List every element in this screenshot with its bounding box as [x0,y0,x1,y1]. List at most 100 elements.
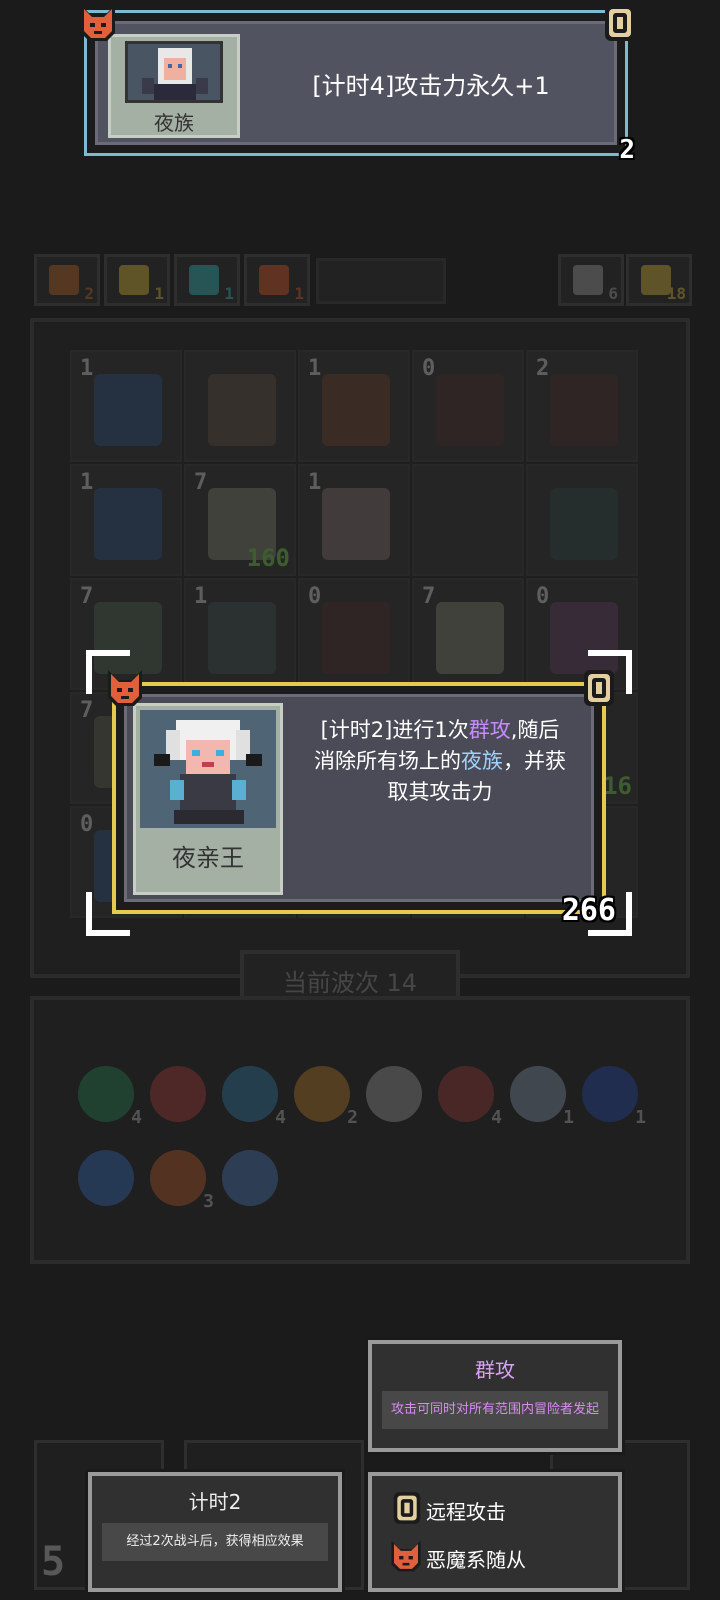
unit-level: 2 [536,356,550,381]
unit-sprite [94,488,162,560]
ranged-attack-icon [605,5,635,41]
top-card-value: 2 [619,135,635,165]
item-count: 3 [203,1191,214,1212]
unit-sprite [550,374,618,446]
stat-counter[interactable]: 6 [558,254,624,306]
stat-counter[interactable]: 1 [104,254,170,306]
unit-level: 1 [80,470,94,495]
unit-sprite [322,374,390,446]
stat-counter[interactable]: 1 [174,254,240,306]
inventory-item[interactable]: 1 [510,1066,574,1128]
unit-sprite [322,488,390,560]
item-count: 4 [131,1107,142,1128]
stat-icon [573,265,603,295]
tag-legend: 远程攻击 恶魔系随从 [368,1472,622,1592]
board-cell[interactable] [526,464,638,576]
ranged-attack-icon [584,670,614,706]
unit-level: 7 [80,584,94,609]
demon-icon [391,1540,421,1572]
unit-sprite [436,488,504,560]
night-prince-portrait [140,710,276,828]
inventory-item[interactable]: 1 [582,1066,646,1128]
tooltip-group-attack-body: 攻击可同时对所有范围内冒险者发起 [382,1391,608,1429]
unit-sprite [436,602,504,674]
board-cell[interactable] [184,350,296,462]
board-cell[interactable]: 0 [412,350,524,462]
unit-level: 1 [80,356,94,381]
legend-ranged-label: 远程攻击 [426,1500,506,1524]
stat-count: 6 [608,284,618,303]
board-cell[interactable]: 7 [412,578,524,690]
board-cell[interactable]: 1 [184,578,296,690]
desc-text: 消除所有场上的 [314,749,461,773]
item-count: 4 [275,1107,286,1128]
progress-slot [316,258,446,304]
unit-level: 1 [194,584,208,609]
unit-level: 1 [308,356,322,381]
unit-sprite [94,374,162,446]
inventory-item[interactable] [150,1066,206,1122]
item-count: 1 [635,1107,646,1128]
unit-level: 7 [80,698,94,723]
tooltip-group-attack: 群攻 攻击可同时对所有范围内冒险者发起 [368,1340,622,1452]
stat-icon [119,265,149,295]
board-cell[interactable]: 2 [526,350,638,462]
stat-icon [259,265,289,295]
item-count: 2 [347,1107,358,1128]
unit-card-description: [计时2]进行1次群攻,随后 消除所有场上的夜族，并获 取其攻击力 [293,715,587,808]
unit-level: 7 [194,470,208,495]
stat-count: 18 [666,284,686,303]
stat-count: 1 [154,284,164,303]
unit-card-value: 266 [561,893,616,928]
tooltip-timer: 计时2 经过2次战斗后，获得相应效果 [88,1472,342,1592]
inventory-item[interactable] [222,1150,278,1206]
stat-count: 1 [294,284,304,303]
keyword-night-clan[interactable]: 夜族 [461,749,503,773]
inventory-item[interactable]: 4 [438,1066,502,1128]
board-cell[interactable]: 0 [298,578,410,690]
board-cell[interactable]: 7 160 [184,464,296,576]
wave-label: 当前波次 14 [282,968,418,997]
board-cell[interactable]: 1 [70,350,182,462]
inventory-item[interactable]: 3 [150,1150,214,1212]
stat-icon [189,265,219,295]
stat-counter[interactable]: 2 [34,254,100,306]
keyword-group-attack[interactable]: 群攻 [469,718,511,742]
stat-icon [49,265,79,295]
demon-icon [108,670,142,706]
board-cell[interactable]: 1 [298,350,410,462]
stat-counter[interactable]: 18 [626,254,692,306]
unit-level: 0 [308,584,322,609]
unit-card-inner: 夜亲王 [计时2]进行1次群攻,随后 消除所有场上的夜族，并获 取其攻击力 [124,694,594,902]
item-count: 4 [491,1107,502,1128]
unit-level: 0 [536,584,550,609]
tooltip-timer-body: 经过2次战斗后，获得相应效果 [102,1523,328,1561]
inventory-item[interactable]: 4 [222,1066,286,1128]
board-cell[interactable]: 1 [70,464,182,576]
tooltip-group-attack-title: 群攻 [475,1358,515,1382]
inventory-item[interactable] [78,1150,134,1206]
unit-sprite [322,602,390,674]
board-cell[interactable]: 1 [298,464,410,576]
desc-text: ,随后 [510,718,560,742]
slot-number: 5 [41,1539,66,1585]
unit-level: 1 [308,470,322,495]
inventory-item[interactable]: 2 [294,1066,358,1128]
unit-power: 160 [246,544,290,572]
demon-icon [81,5,115,41]
inventory-item[interactable] [366,1066,422,1122]
board-cell[interactable] [412,464,524,576]
desc-text: 取其攻击力 [387,780,493,804]
unit-level: 7 [422,584,436,609]
stat-count: 2 [84,284,94,303]
desc-text: ，并获 [503,749,566,773]
ranged-attack-icon [393,1492,421,1524]
desc-text: [计时2]进行1次 [320,718,469,742]
legend-demon-label: 恶魔系随从 [426,1548,526,1572]
top-card-unit-name: 夜族 [154,111,194,135]
unit-sprite [208,374,276,446]
stat-counter[interactable]: 1 [244,254,310,306]
unit-card-name: 夜亲王 [172,844,244,872]
inventory-item[interactable]: 4 [78,1066,142,1128]
top-card-inner: 夜族 [计时4]攻击力永久+1 [95,21,617,145]
